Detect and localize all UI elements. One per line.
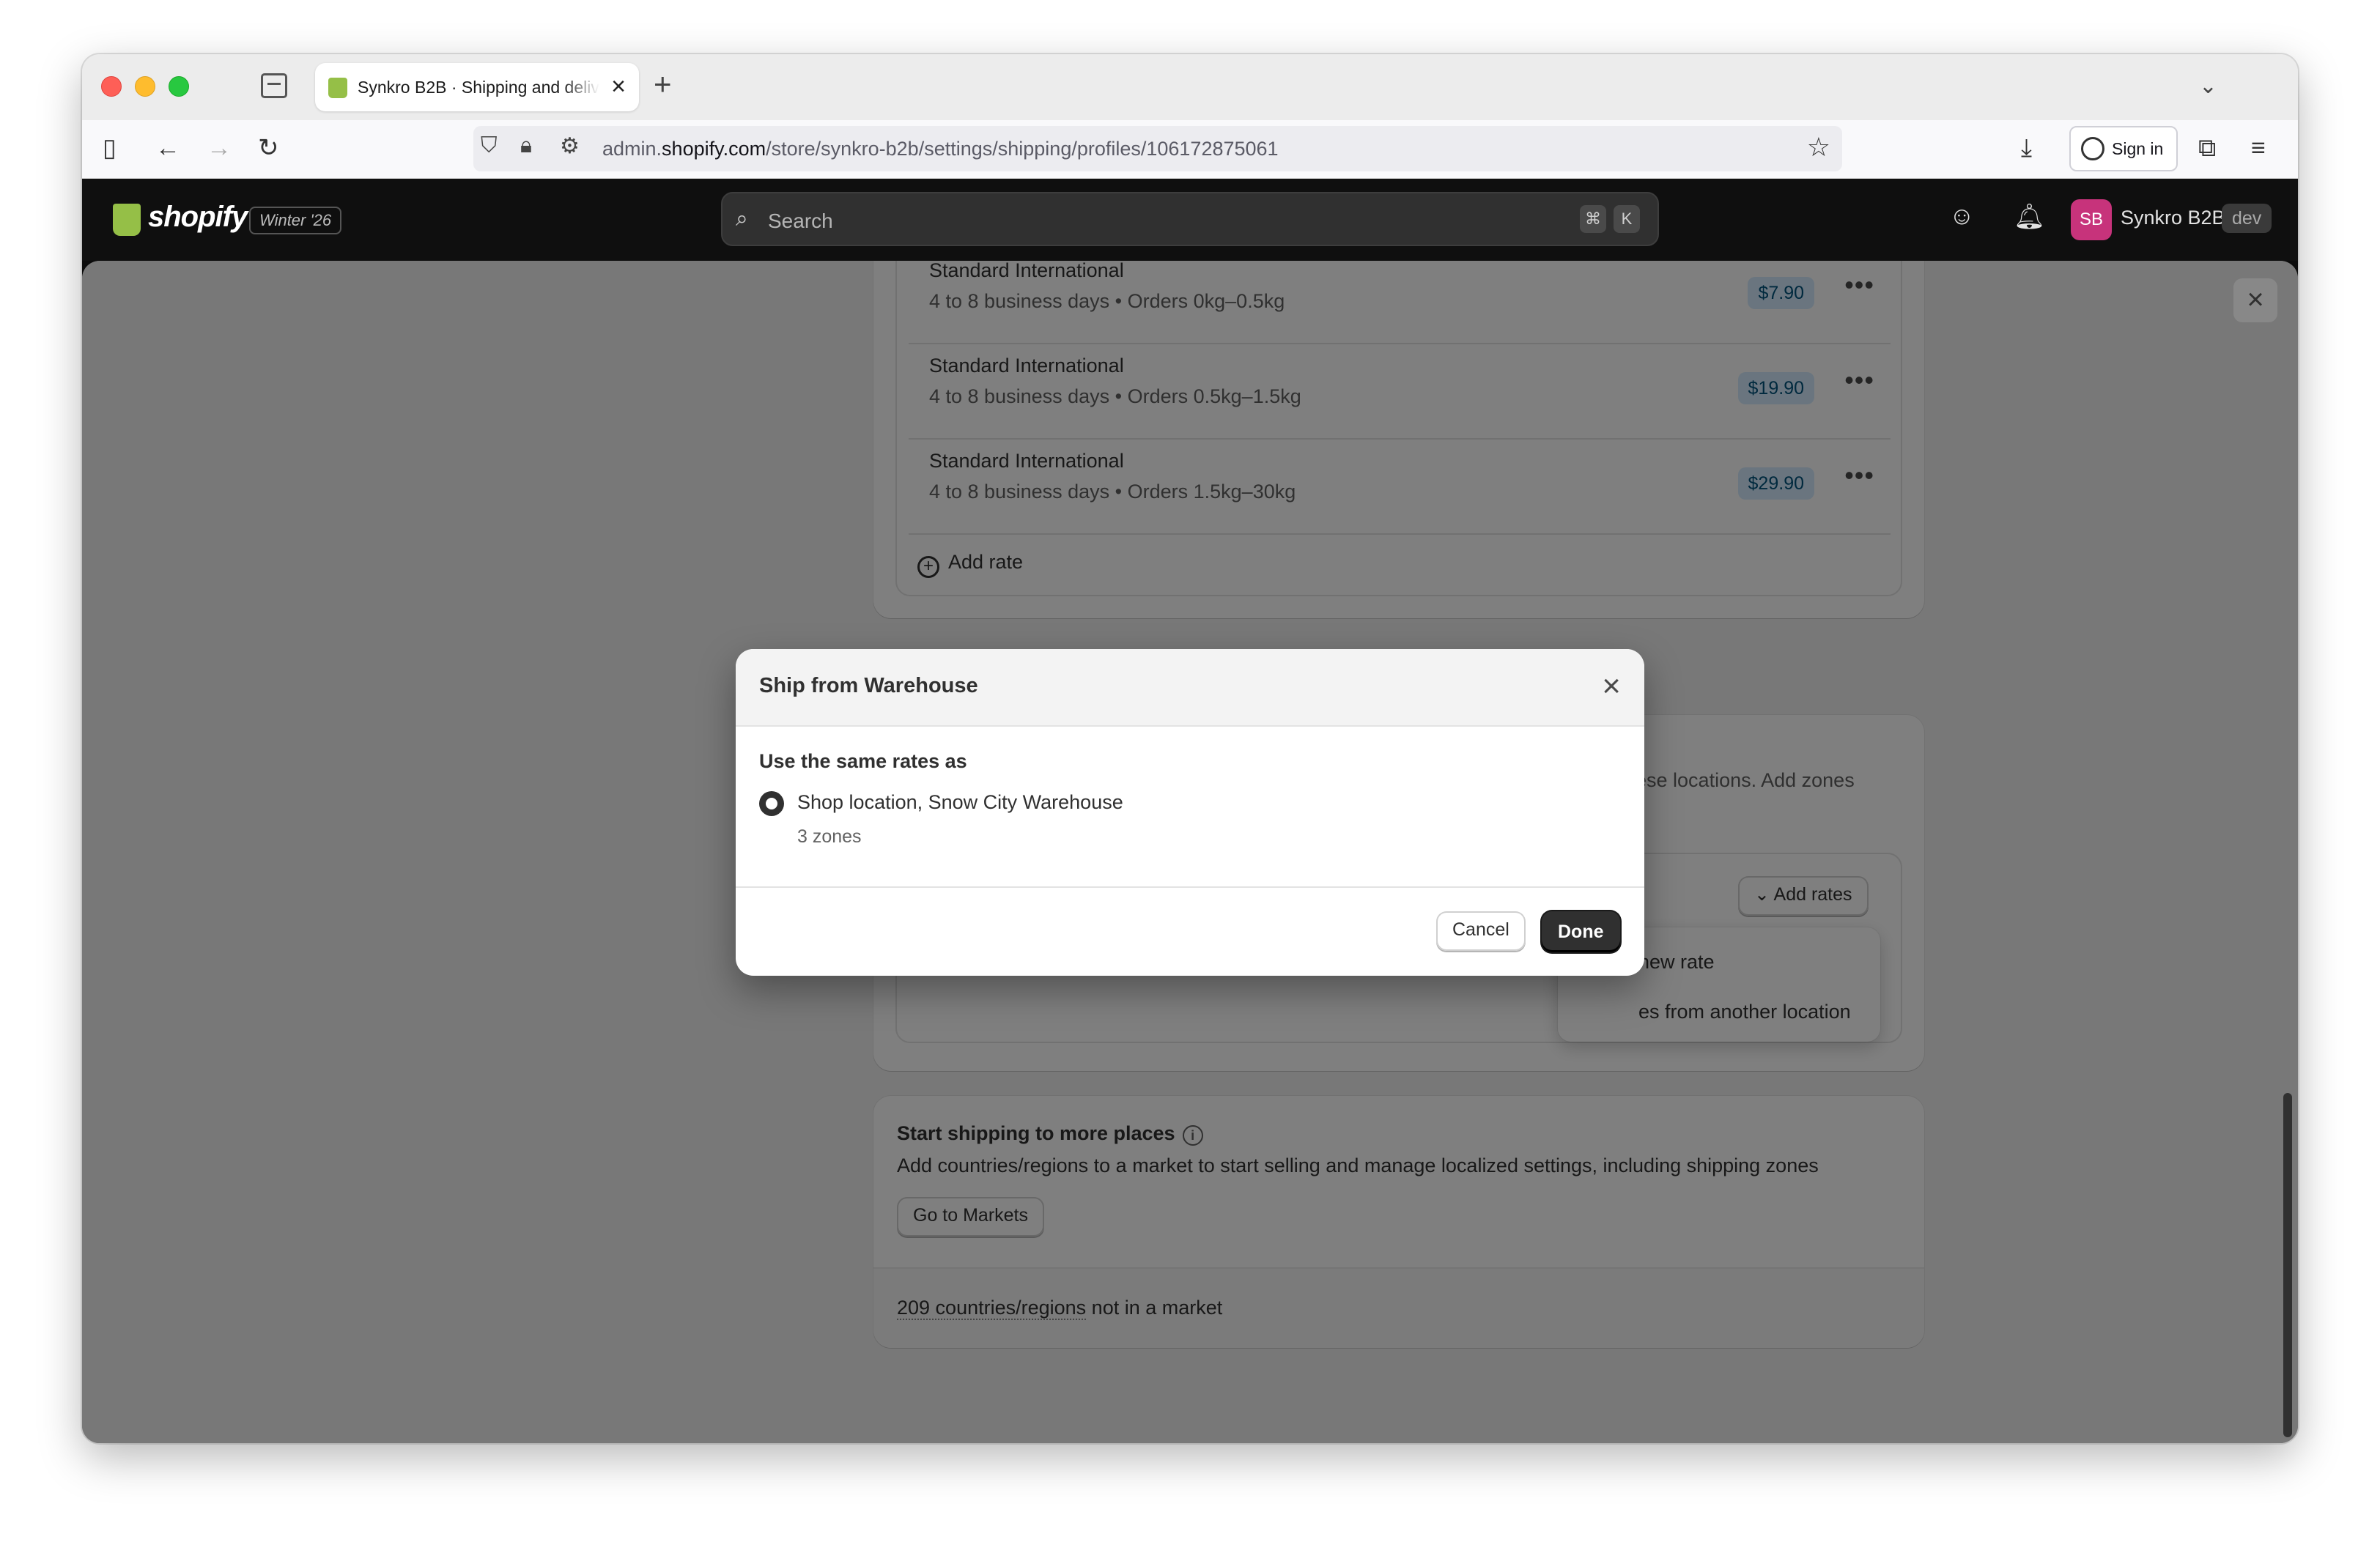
modal-header: Ship from Warehouse ×: [736, 649, 1644, 727]
scrollbar[interactable]: [2283, 1093, 2292, 1437]
sidebar-toggle-icon[interactable]: ▯: [103, 132, 117, 164]
extensions-icon[interactable]: ⧉: [2198, 132, 2216, 164]
shortcut-key: K: [1614, 205, 1640, 233]
rates-source-label: Use the same rates as: [759, 750, 967, 772]
shopify-wordmark[interactable]: shopify: [148, 201, 248, 234]
location-option-label[interactable]: Shop location, Snow City Warehouse: [797, 791, 1123, 814]
modal-body: Use the same rates as Shop location, Sno…: [736, 727, 1644, 888]
search-input[interactable]: ⌕ Search ⌘ K: [721, 192, 1659, 246]
avatar[interactable]: SB: [2071, 199, 2112, 240]
menu-icon[interactable]: ≡: [2251, 132, 2266, 164]
modal-title: Ship from Warehouse: [759, 674, 978, 697]
sidekick-icon[interactable]: ☺: [1949, 202, 1975, 231]
shield-icon[interactable]: ⛉: [481, 133, 498, 158]
lock-icon[interactable]: 🔒︎: [520, 133, 532, 158]
store-name[interactable]: Synkro B2B: [2121, 207, 2225, 229]
bell-icon[interactable]: 🔔︎: [2014, 202, 2045, 231]
account-icon: [2081, 137, 2104, 160]
browser-toolbar: ▯ ← → ↻ ⛉ 🔒︎ ⚙ admin.shopify.com/store/s…: [82, 120, 2298, 179]
back-arrow-icon[interactable]: ←: [155, 132, 180, 164]
search-placeholder: Search: [768, 210, 833, 232]
url-text[interactable]: admin.shopify.com/store/synkro-b2b/setti…: [602, 138, 1279, 160]
sign-in-button[interactable]: Sign in: [2069, 126, 2178, 171]
location-option-help: 3 zones: [797, 826, 862, 847]
dev-badge: dev: [2222, 204, 2272, 233]
tab-title: Synkro B2B · Shipping and delivery: [358, 78, 599, 97]
forward-arrow-icon[interactable]: →: [207, 132, 232, 164]
done-button[interactable]: Done: [1542, 911, 1620, 952]
reload-icon[interactable]: ↻: [258, 132, 279, 164]
close-window-button[interactable]: [101, 76, 122, 97]
close-icon[interactable]: ×: [2233, 278, 2277, 322]
sign-in-label: Sign in: [2112, 138, 2164, 158]
chevron-down-icon[interactable]: ⌄: [2199, 73, 2217, 99]
new-tab-icon[interactable]: +: [654, 66, 672, 103]
shopify-logo-icon: [113, 204, 141, 236]
shortcut-key: ⌘: [1580, 205, 1606, 233]
shopify-favicon-icon: [328, 78, 347, 98]
browser-tab-active[interactable]: Synkro B2B · Shipping and delivery ×: [315, 63, 639, 111]
tab-strip: Synkro B2B · Shipping and delivery × + ⌄: [82, 54, 2298, 120]
tab-overview-icon[interactable]: [261, 73, 287, 98]
tab-close-icon[interactable]: ×: [611, 73, 626, 100]
minimize-window-button[interactable]: [135, 76, 155, 97]
zoom-window-button[interactable]: [169, 76, 189, 97]
address-bar[interactable]: ⛉ 🔒︎ ⚙ admin.shopify.com/store/synkro-b2…: [473, 126, 1842, 171]
search-icon: ⌕: [736, 207, 748, 231]
admin-topbar: shopify Winter '26 ⌕ Search ⌘ K ☺ 🔔︎ SB …: [82, 179, 2298, 261]
bookmark-star-icon[interactable]: ☆: [1807, 132, 1830, 163]
ship-from-modal: Ship from Warehouse × Use the same rates…: [736, 649, 1644, 976]
location-radio[interactable]: [759, 791, 784, 816]
close-icon[interactable]: ×: [1602, 668, 1621, 705]
edition-badge[interactable]: Winter '26: [249, 207, 342, 234]
permissions-icon[interactable]: ⚙: [560, 133, 580, 159]
cancel-button[interactable]: Cancel: [1436, 911, 1526, 951]
download-icon[interactable]: ⤓: [2021, 132, 2032, 164]
